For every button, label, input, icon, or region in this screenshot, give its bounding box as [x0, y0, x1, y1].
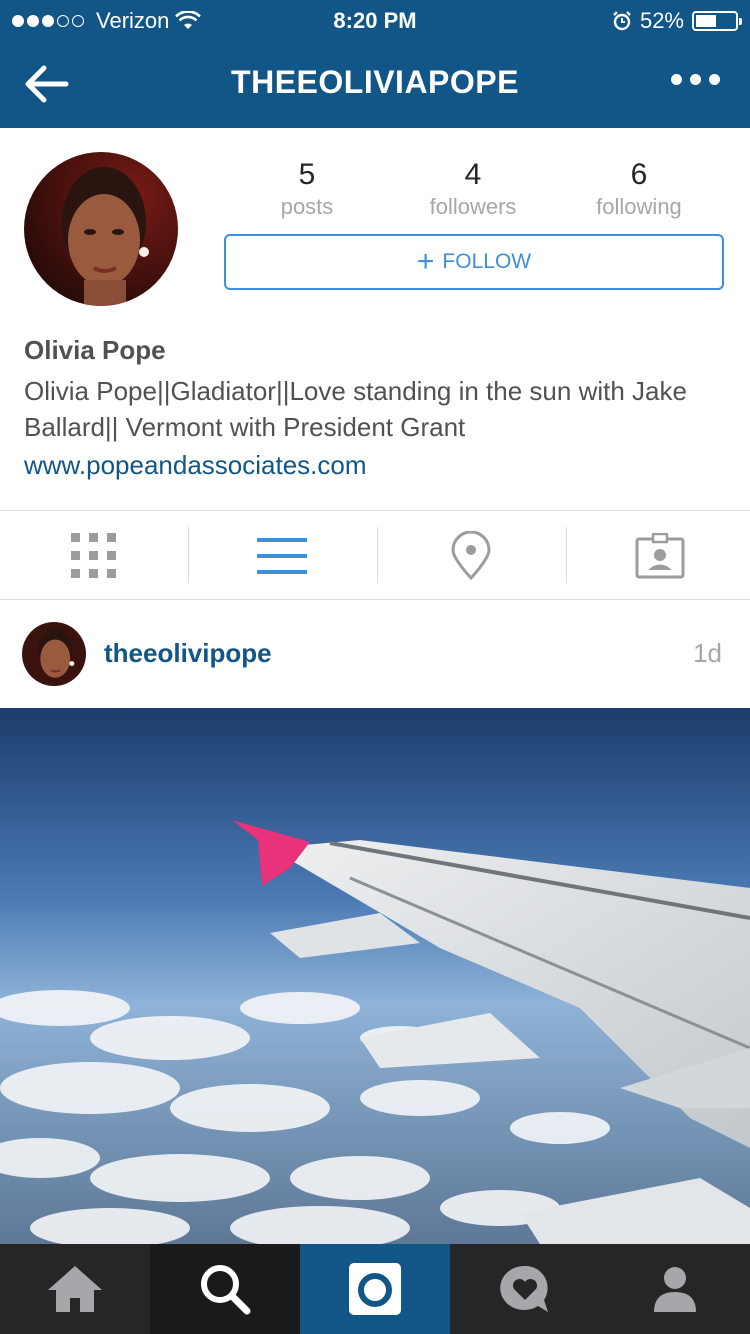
profile-icon	[654, 1267, 696, 1312]
profile-website-link[interactable]: www.popeandassociates.com	[24, 450, 367, 481]
post-photo[interactable]	[0, 708, 750, 1244]
post-author-avatar[interactable]	[22, 622, 86, 686]
profile-bio: Olivia Pope||Gladiator||Love standing in…	[24, 376, 687, 442]
followers-count: 4	[464, 158, 482, 191]
alarm-icon	[613, 11, 631, 31]
stat-followers[interactable]: 4 followers	[390, 158, 556, 220]
profile-view-tabs	[0, 510, 750, 600]
list-view-icon	[256, 537, 307, 574]
home-icon	[48, 1266, 102, 1312]
profile-stats: 5 posts 4 followers 6 following	[224, 158, 724, 228]
navigation-bar: THEEOLIVIAPOPE	[0, 40, 750, 128]
tab-profile[interactable]	[600, 1244, 750, 1334]
tab-grid[interactable]	[0, 511, 187, 600]
followers-label: followers	[429, 194, 517, 219]
tab-list[interactable]	[188, 511, 375, 600]
tagged-photos-icon	[635, 532, 684, 578]
more-icon[interactable]	[671, 74, 720, 85]
location-pin-icon	[450, 530, 491, 580]
follow-button[interactable]: + FOLLOW	[224, 234, 724, 290]
battery-icon	[692, 11, 742, 31]
tab-camera[interactable]	[300, 1244, 450, 1334]
plus-icon: +	[416, 245, 435, 278]
following-count: 6	[630, 158, 648, 191]
post-timestamp: 1d	[693, 638, 722, 668]
profile-username-title: THEEOLIVIAPOPE	[231, 64, 519, 100]
tab-home[interactable]	[0, 1244, 150, 1334]
bottom-tab-bar	[0, 1244, 750, 1334]
following-label: following	[596, 194, 682, 219]
tab-search[interactable]	[150, 1244, 300, 1334]
status-bar: Verizon 8:20 PM 52%	[0, 0, 750, 40]
activity-icon	[500, 1265, 548, 1312]
post-header: theeolivipope 1d	[0, 600, 750, 708]
post-author-username[interactable]: theeolivipope	[104, 638, 272, 669]
tab-tagged[interactable]	[566, 511, 750, 600]
tab-activity[interactable]	[450, 1244, 600, 1334]
top-bar: Verizon 8:20 PM 52% THEEOLIVIAPOPE	[0, 0, 750, 128]
posts-count: 5	[298, 158, 316, 191]
profile-avatar	[24, 152, 178, 306]
search-icon	[201, 1265, 251, 1315]
stat-following[interactable]: 6 following	[556, 158, 722, 220]
follow-label: FOLLOW	[442, 250, 532, 273]
stat-posts[interactable]: 5 posts	[224, 158, 390, 220]
battery-percent: 52%	[639, 8, 684, 33]
grid-view-icon	[70, 532, 116, 578]
profile-name: Olivia Pope	[24, 335, 166, 365]
posts-label: posts	[280, 194, 334, 219]
tab-location[interactable]	[377, 511, 564, 600]
camera-icon	[349, 1263, 401, 1315]
